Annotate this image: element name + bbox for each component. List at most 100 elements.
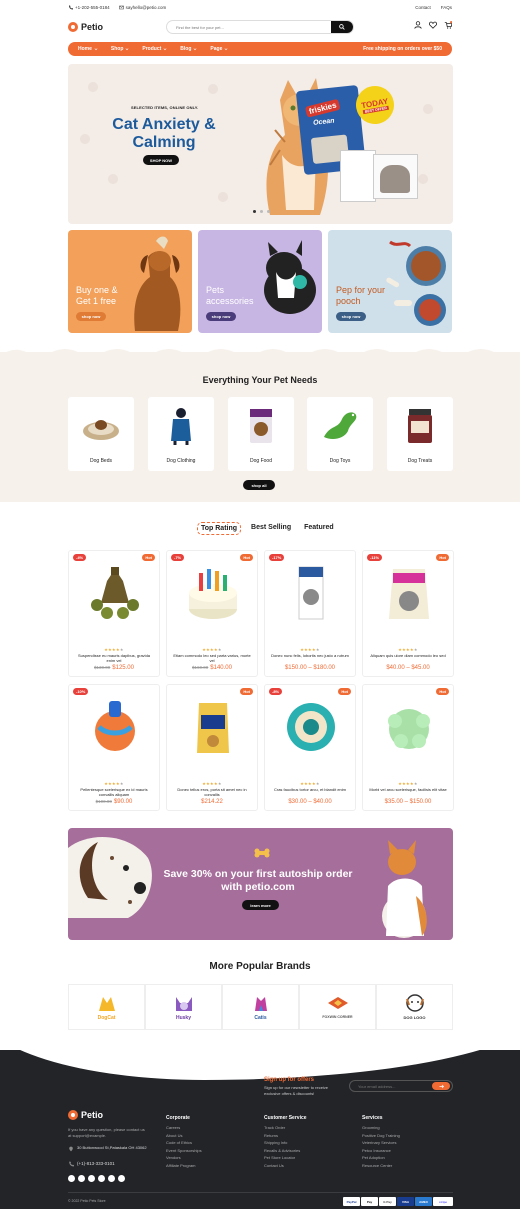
product-name[interactable]: Etiam commodo leo sed parta varius, mort… — [173, 653, 251, 663]
current-price: $40.00 – $45.00 — [386, 665, 430, 671]
footer-link[interactable]: Vendors — [166, 1154, 202, 1162]
product-card[interactable]: -4% Hot ★★★★★ Suspendisse eu mauris dapi… — [68, 550, 160, 677]
cart-icon[interactable] — [444, 21, 452, 29]
twitter-icon[interactable] — [78, 1175, 85, 1182]
nav-item-home[interactable]: Home — [78, 46, 98, 52]
slider-dot[interactable] — [267, 210, 270, 213]
product-card[interactable]: Hot ★★★★★ Donec tellus eros, porta sit a… — [166, 684, 258, 811]
footer-link[interactable]: Recalls & Advisories — [264, 1147, 300, 1155]
footer-link[interactable]: Pet Store Locator — [264, 1154, 300, 1162]
product-name[interactable]: Pellentesque scelerisque ex id mauris co… — [75, 787, 153, 797]
brand-foxwin[interactable]: FOXWIN CORNER — [299, 984, 376, 1030]
category-dog-food[interactable]: Dog Food — [228, 397, 294, 471]
dog-logo-icon — [406, 994, 424, 1012]
brand-dogcat[interactable]: DogCat — [68, 984, 145, 1030]
product-name[interactable]: Donec nunc felis, lobortis nec justo a r… — [271, 653, 349, 658]
footer-link[interactable]: Pet Adoption — [362, 1154, 400, 1162]
shop-all-button[interactable]: shop all — [243, 480, 275, 490]
category-label: Dog Clothing — [166, 458, 196, 464]
tab-featured[interactable]: Featured — [301, 522, 337, 535]
faqs-link[interactable]: FAQs — [441, 5, 452, 10]
footer-link[interactable]: About Us — [166, 1132, 202, 1140]
slider-dot[interactable] — [260, 210, 263, 213]
email-contact[interactable]: sayhello@petio.com — [118, 5, 166, 10]
logo[interactable]: Petio — [68, 22, 103, 32]
product-card[interactable]: -7% Hot ★★★★★ Etiam commodo leo sed part… — [166, 550, 258, 677]
nav-item-page[interactable]: Page — [210, 46, 228, 52]
tab-best-selling[interactable]: Best Selling — [248, 522, 294, 535]
category-dog-clothing[interactable]: Dog Clothing — [148, 397, 214, 471]
pinterest-icon[interactable] — [108, 1175, 115, 1182]
slider-dot[interactable] — [253, 210, 256, 213]
phone-icon — [69, 1161, 74, 1167]
logo-text: Petio — [81, 22, 104, 32]
contact-link[interactable]: Contact — [415, 5, 431, 10]
newsletter-submit-button[interactable] — [432, 1082, 450, 1090]
user-icon[interactable] — [414, 21, 422, 29]
product-name[interactable]: Donec tellus eros, porta sit amet nec in… — [173, 787, 251, 797]
product-name[interactable]: Cras faucibus tortor arcu, et blandit en… — [271, 787, 349, 792]
fox-logo-icon — [328, 997, 348, 1009]
footer-link[interactable]: Shipping Info — [264, 1139, 300, 1147]
product-card[interactable]: -11% Hot ★★★★★ Aliquam quis ulore diam c… — [362, 550, 454, 677]
nav-item-shop[interactable]: Shop — [111, 46, 130, 52]
free-shipping-text: Free shipping on orders over $50 — [363, 46, 442, 52]
brand-catis[interactable]: Catis — [222, 984, 299, 1030]
heart-icon[interactable] — [429, 21, 437, 29]
product-name[interactable]: Aliquam quis ulore diam commodo leo sed — [369, 653, 447, 658]
footer-link[interactable]: Affiliate Program — [166, 1162, 202, 1170]
footer-logo[interactable]: Petio — [68, 1110, 103, 1120]
footer-link[interactable]: Returns — [264, 1132, 300, 1140]
instagram-icon[interactable] — [88, 1175, 95, 1182]
footer-link[interactable]: Positive Dog Training — [362, 1132, 400, 1140]
brand-husky[interactable]: Husky — [145, 984, 222, 1030]
promo-button[interactable]: shop now — [336, 312, 366, 321]
slider-dots — [253, 210, 270, 213]
newsletter-title: Sign up for offers — [264, 1077, 314, 1083]
paypal-icon: PayPal — [343, 1197, 360, 1206]
product-card[interactable]: -17% ★★★★★ Donec nunc felis, lobortis ne… — [264, 550, 356, 677]
promo-button[interactable]: shop now — [76, 312, 106, 321]
product-image — [287, 703, 335, 751]
hot-badge: Hot — [240, 554, 253, 561]
promo-banner-2[interactable]: Pets accessories shop now — [198, 230, 322, 333]
category-dog-beds[interactable]: Dog Beds — [68, 397, 134, 471]
hero-title: Cat Anxiety & Calming — [112, 116, 216, 151]
product-image — [189, 569, 237, 619]
footer-link[interactable]: Resource Center — [362, 1162, 400, 1170]
promo-banner-1[interactable]: Buy one & Get 1 free shop now — [68, 230, 192, 333]
category-dog-treats[interactable]: Dog Treats — [387, 397, 453, 471]
copyright: © 2022 Petio Pets Store — [68, 1199, 106, 1203]
product-card[interactable]: -10% ★★★★★ Pellentesque scelerisque ex i… — [68, 684, 160, 811]
promo-button[interactable]: shop now — [206, 312, 236, 321]
search-button[interactable] — [331, 21, 353, 33]
product-card[interactable]: -8% Hot ★★★★★ Cras faucibus tortor arcu,… — [264, 684, 356, 811]
newsletter-email-input[interactable] — [350, 1083, 432, 1089]
tab-top-rating[interactable]: Top Rating — [197, 522, 242, 535]
youtube-icon[interactable] — [118, 1175, 125, 1182]
footer-link[interactable]: Grooming — [362, 1124, 400, 1132]
dog-bed-image — [83, 420, 119, 440]
brand-doglogo[interactable]: DOG LOGO — [376, 984, 453, 1030]
facebook-icon[interactable] — [68, 1175, 75, 1182]
search-input[interactable] — [167, 21, 331, 33]
hot-badge: Hot — [436, 554, 449, 561]
footer-link[interactable]: Careers — [166, 1124, 202, 1132]
nav-item-blog[interactable]: Blog — [180, 46, 197, 52]
category-dog-toys[interactable]: Dog Toys — [307, 397, 373, 471]
footer-link[interactable]: Veterinary Services — [362, 1139, 400, 1147]
footer-link[interactable]: Track Order — [264, 1124, 300, 1132]
footer-link[interactable]: Event Sponsorships — [166, 1147, 202, 1155]
linkedin-icon[interactable] — [98, 1175, 105, 1182]
footer-link[interactable]: Petco Insurance — [362, 1147, 400, 1155]
promo-banner-3[interactable]: Pep for your pooch shop now — [328, 230, 452, 333]
phone-contact[interactable]: +1-202-555-0184 — [68, 5, 110, 10]
product-card[interactable]: Hot ★★★★★ Morbi vel arcu scelerisque, fa… — [362, 684, 454, 811]
learn-more-button[interactable]: learn more — [242, 900, 279, 910]
footer-link[interactable]: Code of Ethics — [166, 1139, 202, 1147]
product-name[interactable]: Morbi vel arcu scelerisque, facilisis el… — [369, 787, 447, 792]
footer-link[interactable]: Contact Us — [264, 1162, 300, 1170]
product-name[interactable]: Suspendisse eu mauris dapibus, gravida e… — [75, 653, 153, 663]
hero-shop-button[interactable]: SHOP NOW — [143, 155, 179, 165]
nav-item-product[interactable]: Product — [142, 46, 167, 52]
